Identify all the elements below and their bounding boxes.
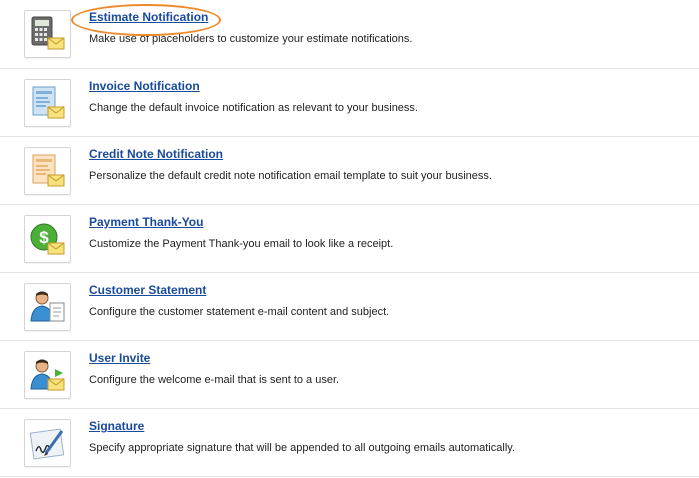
list-item-credit-note-notification: Credit Note Notification Personalize the… — [0, 137, 699, 205]
list-item-customer-statement: Customer Statement Configure the custome… — [0, 273, 699, 341]
invoice-envelope-icon — [24, 79, 71, 127]
list-item-estimate-notification: Estimate Notification Make use of placeh… — [0, 0, 699, 69]
list-item-signature: Signature Specify appropriate signature … — [0, 409, 699, 477]
payment-thank-you-description: Customize the Payment Thank-you email to… — [89, 238, 394, 250]
list-item-payment-thank-you: $ Payment Thank-You Customize the Paymen… — [0, 205, 699, 273]
credit-note-notification-link[interactable]: Credit Note Notification — [89, 147, 223, 161]
payment-thank-you-link[interactable]: Payment Thank-You — [89, 215, 203, 229]
estimate-notification-description: Make use of placeholders to customize yo… — [89, 33, 413, 45]
signature-description: Specify appropriate signature that will … — [89, 442, 515, 454]
dollar-envelope-icon: $ — [24, 215, 71, 263]
list-item-invoice-notification: Invoice Notification Change the default … — [0, 69, 699, 137]
email-template-list: Estimate Notification Make use of placeh… — [0, 0, 699, 477]
credit-note-envelope-icon — [24, 147, 71, 195]
invoice-notification-link[interactable]: Invoice Notification — [89, 79, 200, 93]
estimate-notification-link[interactable]: Estimate Notification — [89, 10, 208, 24]
user-invite-link[interactable]: User Invite — [89, 351, 150, 365]
customer-document-icon — [24, 283, 71, 331]
signature-link[interactable]: Signature — [89, 419, 144, 433]
credit-note-notification-description: Personalize the default credit note noti… — [89, 170, 492, 182]
user-envelope-icon — [24, 351, 71, 399]
signature-pen-icon — [24, 419, 71, 467]
invoice-notification-description: Change the default invoice notification … — [89, 102, 418, 114]
customer-statement-link[interactable]: Customer Statement — [89, 283, 206, 297]
list-item-user-invite: User Invite Configure the welcome e-mail… — [0, 341, 699, 409]
user-invite-description: Configure the welcome e-mail that is sen… — [89, 374, 340, 386]
customer-statement-description: Configure the customer statement e-mail … — [89, 306, 390, 318]
calculator-envelope-icon — [24, 10, 71, 58]
